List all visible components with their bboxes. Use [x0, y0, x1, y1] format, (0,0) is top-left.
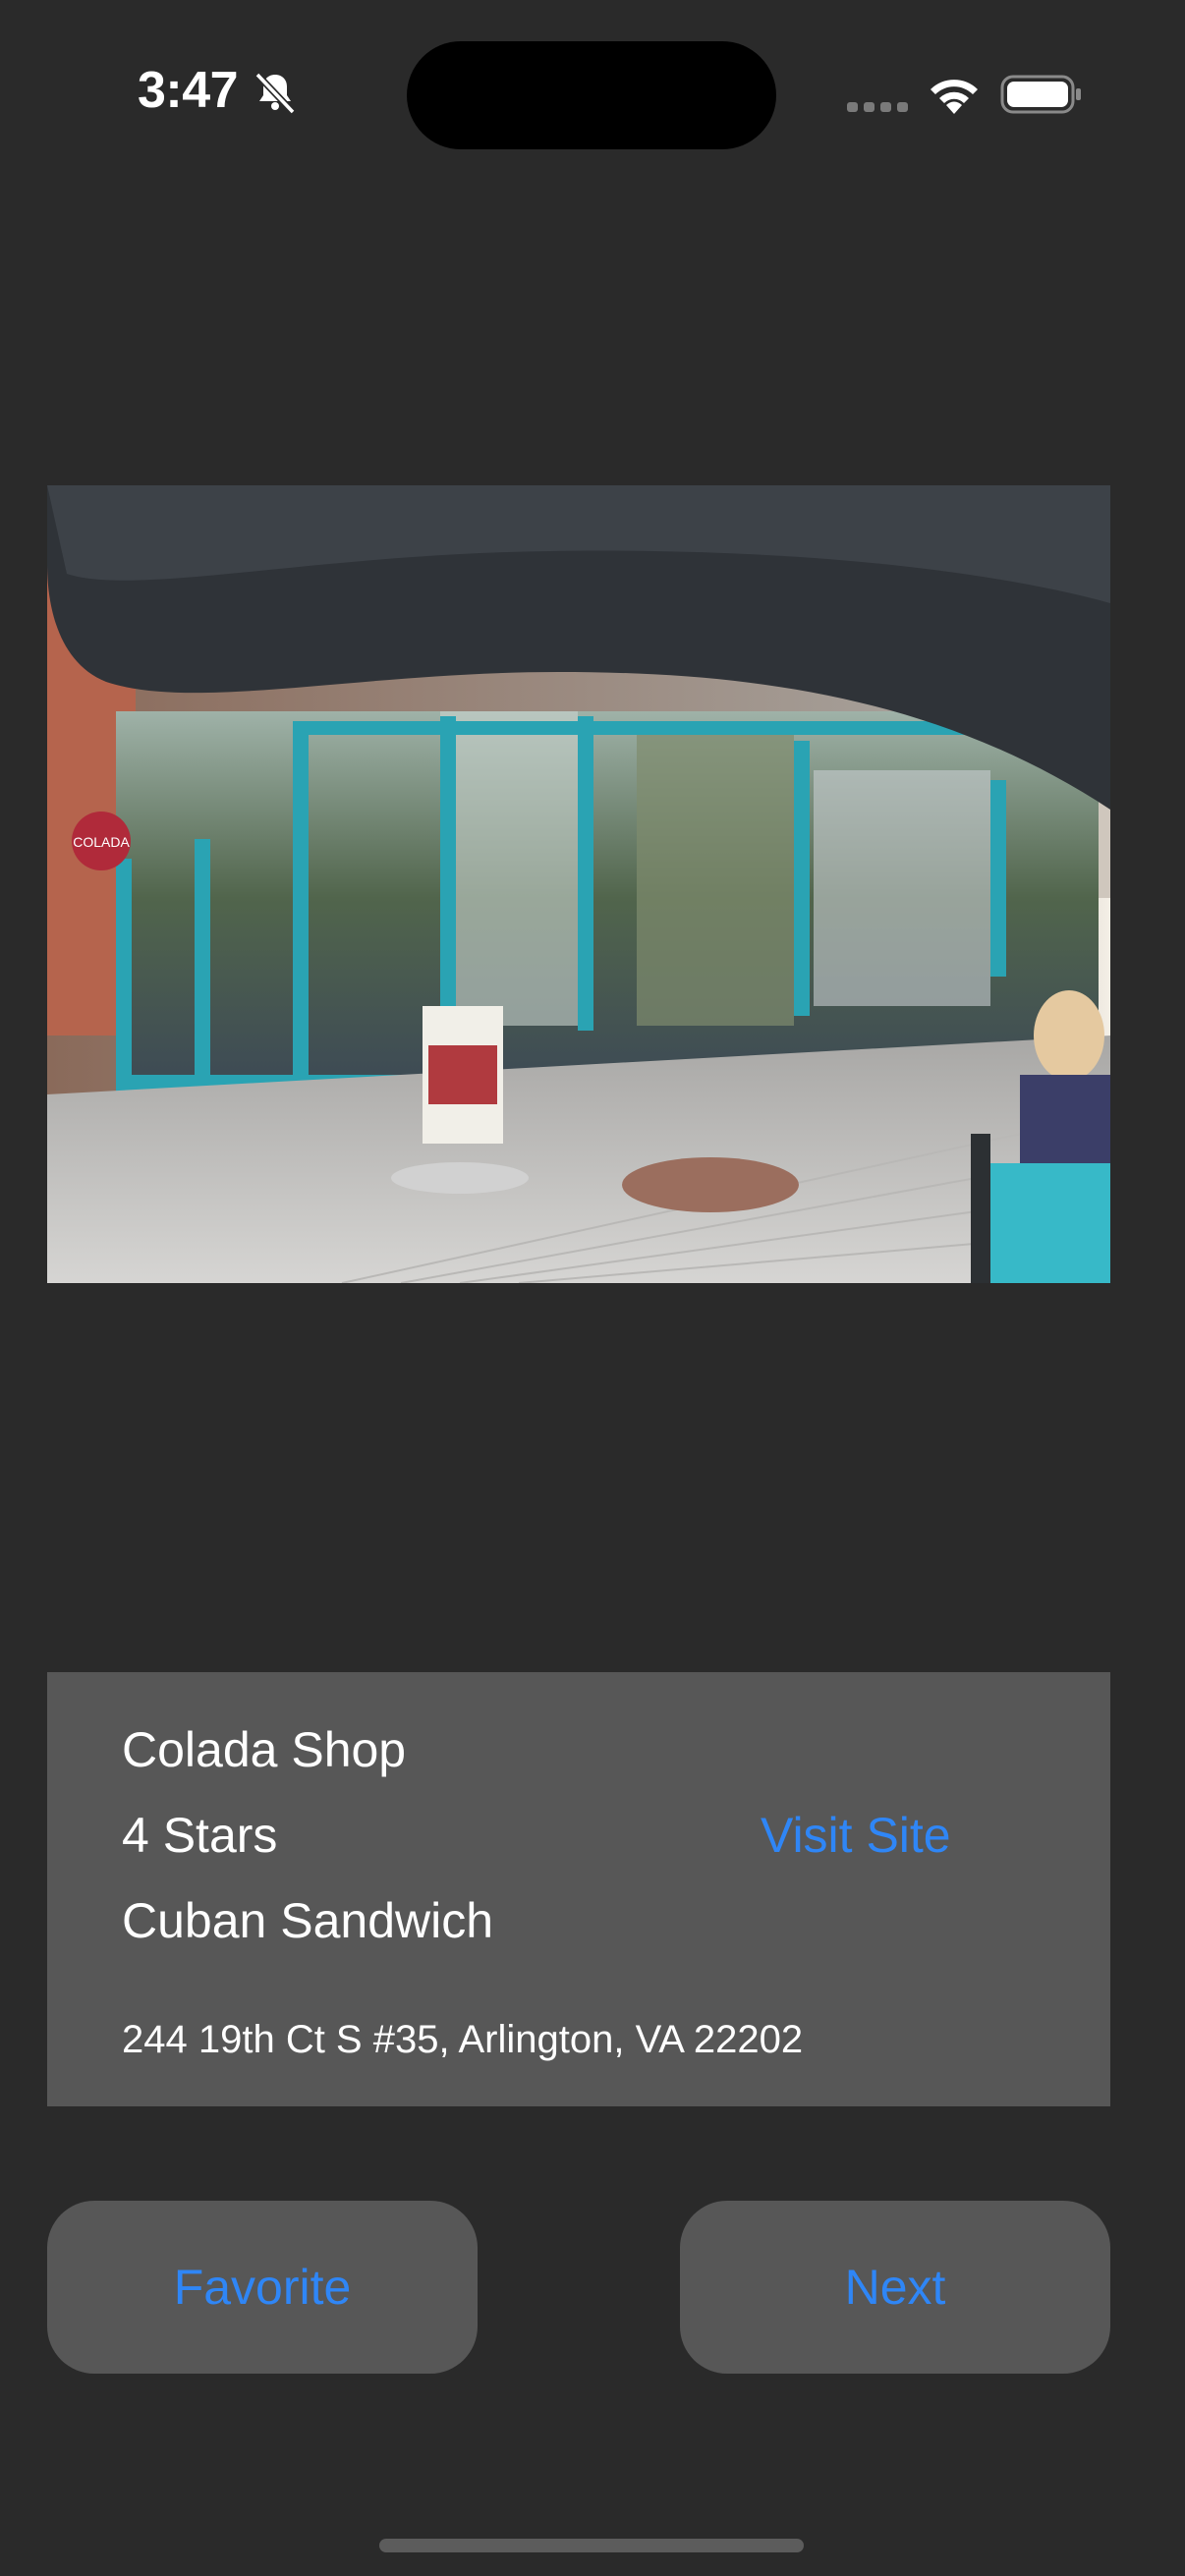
next-button-label: Next — [844, 2260, 946, 2315]
favorite-button[interactable]: Favorite — [47, 2201, 478, 2374]
cellular-signal-icon — [847, 102, 908, 112]
next-button[interactable]: Next — [680, 2201, 1110, 2374]
restaurant-info-card: Colada Shop 4 Stars Cuban Sandwich 244 1… — [47, 1672, 1110, 2106]
bell-slash-icon — [254, 72, 296, 115]
battery-icon — [1000, 75, 1081, 114]
restaurant-photo: COLADA — [47, 485, 1110, 1283]
favorite-button-label: Favorite — [173, 2260, 352, 2315]
dynamic-island — [407, 41, 776, 149]
restaurant-dish: Cuban Sandwich — [122, 1893, 494, 1948]
storefront-image: COLADA — [47, 485, 1110, 1283]
restaurant-rating: 4 Stars — [122, 1808, 278, 1863]
visit-site-link[interactable]: Visit Site — [761, 1807, 951, 1864]
wifi-icon — [931, 80, 978, 114]
restaurant-address: 244 19th Ct S #35, Arlington, VA 22202 — [122, 2018, 804, 2061]
sign-text: COLADA — [73, 834, 130, 850]
restaurant-name: Colada Shop — [122, 1722, 407, 1777]
status-time: 3:47 — [138, 62, 239, 119]
home-indicator[interactable] — [379, 2539, 804, 2552]
